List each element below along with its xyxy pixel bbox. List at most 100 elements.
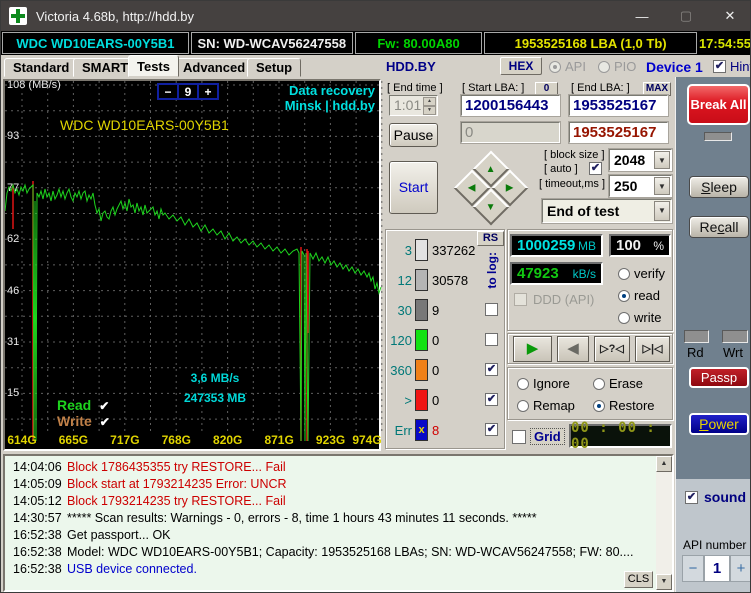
grid-checkbox[interactable] xyxy=(512,430,526,444)
log-line: 14:30:57***** Scan results: Warnings - 0… xyxy=(5,511,645,525)
remap-radio[interactable]: Remap xyxy=(517,398,575,413)
dropdown-icon: ▼ xyxy=(654,151,670,169)
end-time-spinner[interactable]: 1:01 ▲▼ xyxy=(389,95,438,116)
zero-button[interactable]: 0 xyxy=(535,82,558,96)
legend-read: Read✔ xyxy=(57,397,109,413)
log-scrollbar[interactable]: ▲ ▼ xyxy=(656,456,672,590)
tab-tests[interactable]: Tests xyxy=(128,55,179,77)
power-button[interactable]: Power xyxy=(689,413,749,435)
hex-button[interactable]: HEX xyxy=(500,57,542,75)
seek-end-button[interactable]: ▷|◁ xyxy=(635,336,670,362)
end-lba-input[interactable]: 1953525167 xyxy=(569,95,668,116)
counter-log-checkbox[interactable] xyxy=(485,303,498,316)
counter-swatch xyxy=(415,329,428,351)
counter-log-checkbox[interactable]: ✔ xyxy=(485,423,498,436)
tab-standard[interactable]: Standard xyxy=(4,58,78,77)
counter-value: 30578 xyxy=(432,273,468,288)
log-line: 16:52:38Model: WDC WD10EARS-00Y5B1; Capa… xyxy=(5,545,645,559)
counter-swatch xyxy=(415,359,428,381)
api-radio[interactable]: API xyxy=(549,59,586,74)
rs-button[interactable]: RS xyxy=(477,231,504,246)
scroll-down-icon[interactable]: ▼ xyxy=(656,574,672,590)
pause-button[interactable]: Pause xyxy=(389,123,438,147)
block-size-label: [ block size ] xyxy=(544,149,605,161)
passport-button[interactable]: Passp xyxy=(689,367,749,388)
start-lba-input[interactable]: 1200156443 xyxy=(461,95,560,116)
wrt-label: Wrt xyxy=(723,345,743,360)
counter-value: 337262 xyxy=(432,243,475,258)
api-plus-button[interactable]: + xyxy=(730,555,751,582)
sleep-button[interactable]: Sleep xyxy=(689,176,749,198)
recall-button[interactable]: Recall xyxy=(689,216,749,238)
sound-checkbox[interactable]: ✔ sound xyxy=(685,489,746,505)
recall-label: all xyxy=(724,219,738,235)
api-number-value: 1 xyxy=(704,555,730,582)
back-button[interactable]: ◀ xyxy=(557,336,589,362)
log-time: 14:05:09 xyxy=(5,477,67,491)
cls-button[interactable]: CLS xyxy=(624,571,653,588)
log-time: 14:30:57 xyxy=(5,511,67,525)
scroll-up-icon[interactable]: ▲ xyxy=(656,456,672,472)
erase-radio[interactable]: Erase xyxy=(593,376,643,391)
log-time: 16:52:38 xyxy=(5,528,67,542)
mb-display: 1000259 MB xyxy=(510,234,603,257)
restore-radio[interactable]: Restore xyxy=(593,398,655,413)
counter-label: 30 xyxy=(388,303,412,318)
log-line: 16:52:38Get passport... OK xyxy=(5,528,645,542)
verify-radio[interactable]: verify xyxy=(618,266,665,281)
arrow-up-icon: ▲ xyxy=(486,164,496,175)
break-all-button[interactable]: Break All xyxy=(687,84,750,125)
max-button[interactable]: MAX xyxy=(643,82,671,96)
action-sidebar: Break All Sleep Recall Rd Wrt Passp Powe… xyxy=(675,77,751,479)
read-check-icon: ✔ xyxy=(99,399,109,413)
tests-page: 108 (MB/s)937762463115 614G665G717G768G8… xyxy=(1,77,751,593)
x-axis-label: 717G xyxy=(110,433,139,447)
power-label: ower xyxy=(708,416,738,432)
counter-label: 120 xyxy=(388,333,412,348)
tab-advanced[interactable]: Advanced xyxy=(174,58,254,77)
log-line: 14:04:06Block 1786435355 try RESTORE... … xyxy=(5,460,645,474)
write-radio[interactable]: write xyxy=(618,310,661,325)
minimize-icon[interactable]: — xyxy=(620,9,664,24)
log-message: Get passport... OK xyxy=(67,528,171,542)
tab-setup[interactable]: Setup xyxy=(247,58,301,77)
rd-label: Rd xyxy=(687,345,704,360)
maximize-icon[interactable]: ▢ xyxy=(664,8,708,24)
log-message: USB device connected. xyxy=(67,562,197,576)
zoom-out-button[interactable]: − xyxy=(158,84,178,99)
close-icon[interactable]: ✕ xyxy=(708,8,751,24)
play-button[interactable]: ▶ xyxy=(513,336,552,362)
api-minus-button[interactable]: − xyxy=(682,555,704,582)
ignore-radio[interactable]: Ignore xyxy=(517,376,570,391)
hints-checkbox[interactable]: ✔ Hints xyxy=(713,59,751,74)
counter-log-checkbox[interactable]: ✔ xyxy=(485,363,498,376)
counter-swatch xyxy=(415,389,428,411)
read-radio[interactable]: read xyxy=(618,288,660,303)
counter-log-checkbox[interactable] xyxy=(485,333,498,346)
playback-panel: ▶ ◀ ▷?◁ ▷|◁ xyxy=(507,333,673,364)
to-log-label: to log: xyxy=(485,252,499,289)
timeout-select[interactable]: 250▼ xyxy=(609,175,672,197)
counter-value: 0 xyxy=(432,363,439,378)
y-axis-label: 62 xyxy=(7,233,19,245)
graph-model-label: WDC WD10EARS-00Y5B1 xyxy=(60,117,229,133)
seek-error-button[interactable]: ▷?◁ xyxy=(594,336,630,362)
percent-display: 100 % xyxy=(609,234,671,257)
start-button[interactable]: Start xyxy=(389,161,438,214)
test-controls: [ End time ] [ Start LBA: ] 0 [ End LBA:… xyxy=(384,79,674,453)
block-size-select[interactable]: 2048▼ xyxy=(609,149,672,171)
grid-label: Grid xyxy=(530,428,565,445)
progress-panel: 1000259 MB 100 % 47923 kB/s DDD (API) ve… xyxy=(507,229,673,331)
arrow-down-icon: ▼ xyxy=(486,202,496,213)
sound-check-icon: ✔ xyxy=(685,491,698,504)
zoom-in-button[interactable]: + xyxy=(198,84,218,99)
end-action-select[interactable]: End of test▼ xyxy=(542,199,672,223)
pio-radio[interactable]: PIO xyxy=(598,59,636,74)
counter-log-checkbox[interactable]: ✔ xyxy=(485,393,498,406)
counter-swatch xyxy=(415,269,428,291)
spin-down-icon: ▼ xyxy=(423,106,436,115)
graph-current-speed: 3,6 MB/s xyxy=(155,371,275,385)
arrow-right-icon: ▶ xyxy=(506,182,514,193)
x-axis-label: 614G xyxy=(7,433,36,447)
auto-checkbox[interactable]: ✔ xyxy=(589,162,602,175)
